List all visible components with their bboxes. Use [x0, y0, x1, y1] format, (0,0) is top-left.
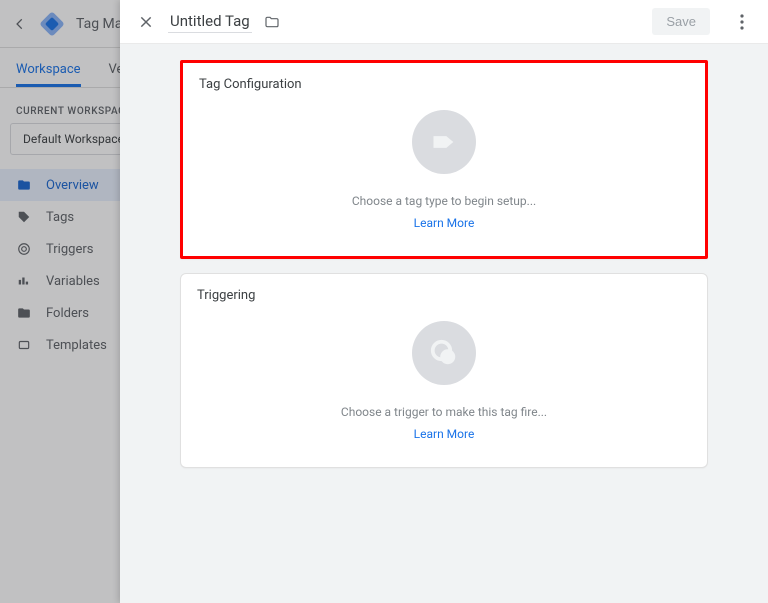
tag-configuration-card[interactable]: Tag Configuration Choose a tag type to b… [180, 60, 708, 259]
close-icon[interactable] [136, 12, 156, 32]
tag-helper-text: Choose a tag type to begin setup... [352, 194, 536, 208]
save-button[interactable]: Save [652, 8, 710, 35]
tag-learn-more-link[interactable]: Learn More [414, 216, 475, 230]
tag-name-input[interactable]: Untitled Tag [168, 10, 252, 33]
trigger-learn-more-link[interactable]: Learn More [414, 427, 475, 441]
tag-placeholder-icon [412, 110, 476, 174]
folder-outline-icon[interactable] [264, 14, 280, 30]
card-heading: Triggering [181, 274, 707, 307]
trigger-placeholder-icon [412, 321, 476, 385]
trigger-helper-text: Choose a trigger to make this tag fire..… [341, 405, 547, 419]
tag-editor-panel: Untitled Tag Save Tag Configuration Choo… [120, 0, 768, 603]
panel-body: Tag Configuration Choose a tag type to b… [120, 44, 768, 603]
triggering-card[interactable]: Triggering Choose a trigger to make this… [180, 273, 708, 468]
panel-header: Untitled Tag Save [120, 0, 768, 44]
kebab-menu-icon[interactable] [732, 12, 752, 32]
card-heading: Tag Configuration [183, 63, 705, 96]
